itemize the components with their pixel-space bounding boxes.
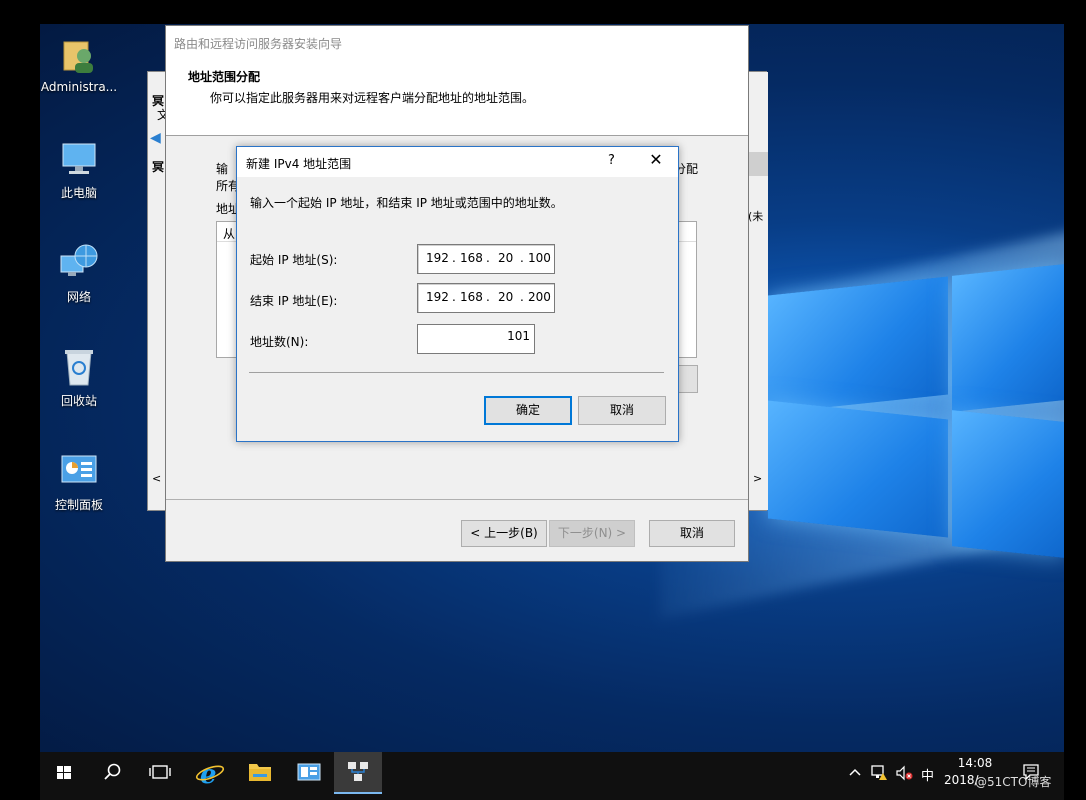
site-watermark: @51CTO博客: [975, 775, 1052, 789]
chevron-up-icon: [849, 768, 861, 776]
wizard-separator: [166, 499, 748, 500]
back-arrow-icon[interactable]: ◀: [150, 130, 164, 146]
recycle-bin-icon: [58, 346, 100, 388]
desktop-icon-network[interactable]: 网络: [40, 242, 118, 305]
ip-dot: .: [452, 251, 456, 265]
ok-button[interactable]: 确定: [484, 396, 572, 425]
dialog-cancel-button[interactable]: 取消: [578, 396, 666, 425]
windows-logo-pane-bl: [768, 400, 948, 538]
input-method-indicator[interactable]: 中: [921, 765, 934, 784]
ip-octet[interactable]: 200: [528, 290, 551, 304]
ip-dot: .: [486, 251, 490, 265]
desktop-icon-label: 回收站: [60, 394, 97, 408]
taskbar-server-manager[interactable]: [285, 752, 333, 794]
show-hidden-icons-button[interactable]: [848, 765, 862, 783]
internet-explorer-icon: e: [195, 760, 225, 790]
volume-muted-icon: [896, 765, 913, 781]
dialog-separator: [249, 372, 664, 373]
next-button[interactable]: 下一步(N) >: [549, 520, 635, 547]
console-left-strip: 冥 文 ◀ 冥 <: [148, 72, 169, 510]
wizard-edit-button-partial[interactable]: [678, 365, 698, 393]
search-button[interactable]: [88, 752, 136, 794]
ip-octet[interactable]: 192: [426, 251, 449, 265]
desktop-icon-label: 控制面板: [54, 498, 103, 512]
end-ip-label: 结束 IP 地址(E):: [250, 294, 338, 308]
wizard-title: 路由和远程访问服务器安装向导: [166, 26, 748, 56]
computer-icon: [58, 138, 100, 180]
network-globe-icon: [58, 242, 100, 284]
close-icon[interactable]: ✕: [647, 150, 665, 170]
windows-logo-pane-tl: [768, 276, 948, 414]
desktop-icon-label: 此电脑: [60, 186, 97, 200]
desktop-icon-recycle-bin[interactable]: 回收站: [40, 346, 118, 409]
console-status-text: (未: [748, 210, 764, 223]
folder-icon: [249, 764, 271, 781]
new-ipv4-range-dialog: 新建 IPv4 地址范围 ? ✕ 输入一个起始 IP 地址，和结束 IP 地址或…: [236, 146, 679, 442]
taskbar-file-explorer[interactable]: [236, 752, 284, 794]
start-button[interactable]: [40, 752, 88, 794]
wizard-cancel-button[interactable]: 取消: [649, 520, 735, 547]
svg-text:e: e: [200, 760, 217, 790]
task-view-button[interactable]: [136, 752, 184, 794]
clock-time: 14:08: [957, 756, 993, 770]
start-ip-field[interactable]: 192 . 168 . 20 . 100: [417, 244, 555, 274]
ip-dot: .: [520, 251, 524, 265]
dialog-titlebar: 新建 IPv4 地址范围 ? ✕: [237, 147, 678, 177]
control-panel-icon: [58, 450, 100, 492]
address-count-field[interactable]: 101: [417, 324, 535, 354]
ip-octet[interactable]: 192: [426, 290, 449, 304]
desktop-icon-this-pc[interactable]: 此电脑: [40, 138, 118, 201]
ip-dot: .: [520, 290, 524, 304]
desktop-icon-administrator[interactable]: Administra...: [40, 34, 118, 94]
network-warning-icon: [871, 765, 887, 780]
wizard-header-description: 你可以指定此服务器用来对远程客户端分配地址的地址范围。: [210, 91, 535, 105]
start-ip-label: 起始 IP 地址(S):: [250, 253, 338, 267]
console-scrollbar-thumb[interactable]: [748, 152, 768, 176]
ip-octet[interactable]: 20: [498, 290, 513, 304]
ip-octet[interactable]: 20: [498, 251, 513, 265]
network-status-button[interactable]: [871, 765, 889, 785]
scroll-left-arrow-icon[interactable]: <: [152, 472, 161, 485]
taskbar-internet-explorer[interactable]: e: [186, 752, 234, 794]
server-manager-icon: [297, 763, 321, 781]
help-button[interactable]: ?: [608, 153, 615, 168]
user-folder-icon: [58, 34, 100, 76]
wizard-body-text-1: 输: [216, 162, 229, 176]
ip-octet[interactable]: 100: [528, 251, 551, 265]
ip-dot: .: [452, 290, 456, 304]
routing-network-icon: [348, 762, 368, 781]
console-tree-char: 冥: [152, 160, 165, 174]
console-right-strip: (未 >: [748, 72, 768, 510]
search-icon: [104, 763, 121, 780]
ip-octet[interactable]: 168: [460, 251, 483, 265]
dialog-instruction: 输入一个起始 IP 地址，和结束 IP 地址或范围中的地址数。: [250, 196, 563, 210]
windows-logo-pane-br: [952, 410, 1064, 558]
desktop-icon-control-panel[interactable]: 控制面板: [40, 450, 118, 513]
volume-button[interactable]: [895, 765, 913, 785]
wizard-header-title: 地址范围分配: [188, 70, 261, 84]
ip-octet[interactable]: 168: [460, 290, 483, 304]
end-ip-field[interactable]: 192 . 168 . 20 . 200: [417, 283, 555, 313]
back-button[interactable]: < 上一步(B): [461, 520, 547, 547]
dialog-title: 新建 IPv4 地址范围: [246, 157, 352, 171]
wizard-header: 地址范围分配 你可以指定此服务器用来对远程客户端分配地址的地址范围。: [166, 56, 748, 136]
task-view-icon: [149, 765, 171, 779]
ip-dot: .: [486, 290, 490, 304]
desktop-icon-label: 网络: [66, 290, 91, 304]
taskbar-routing-remote-access[interactable]: [334, 752, 382, 794]
windows-logo-pane-tr: [952, 264, 1064, 412]
desktop-icon-label: Administra...: [40, 80, 118, 94]
address-count-label: 地址数(N):: [250, 335, 309, 349]
scroll-right-arrow-icon[interactable]: >: [753, 472, 762, 485]
windows-start-icon: [57, 766, 71, 779]
taskbar: e 中 14:08 2018/: [40, 752, 1064, 800]
